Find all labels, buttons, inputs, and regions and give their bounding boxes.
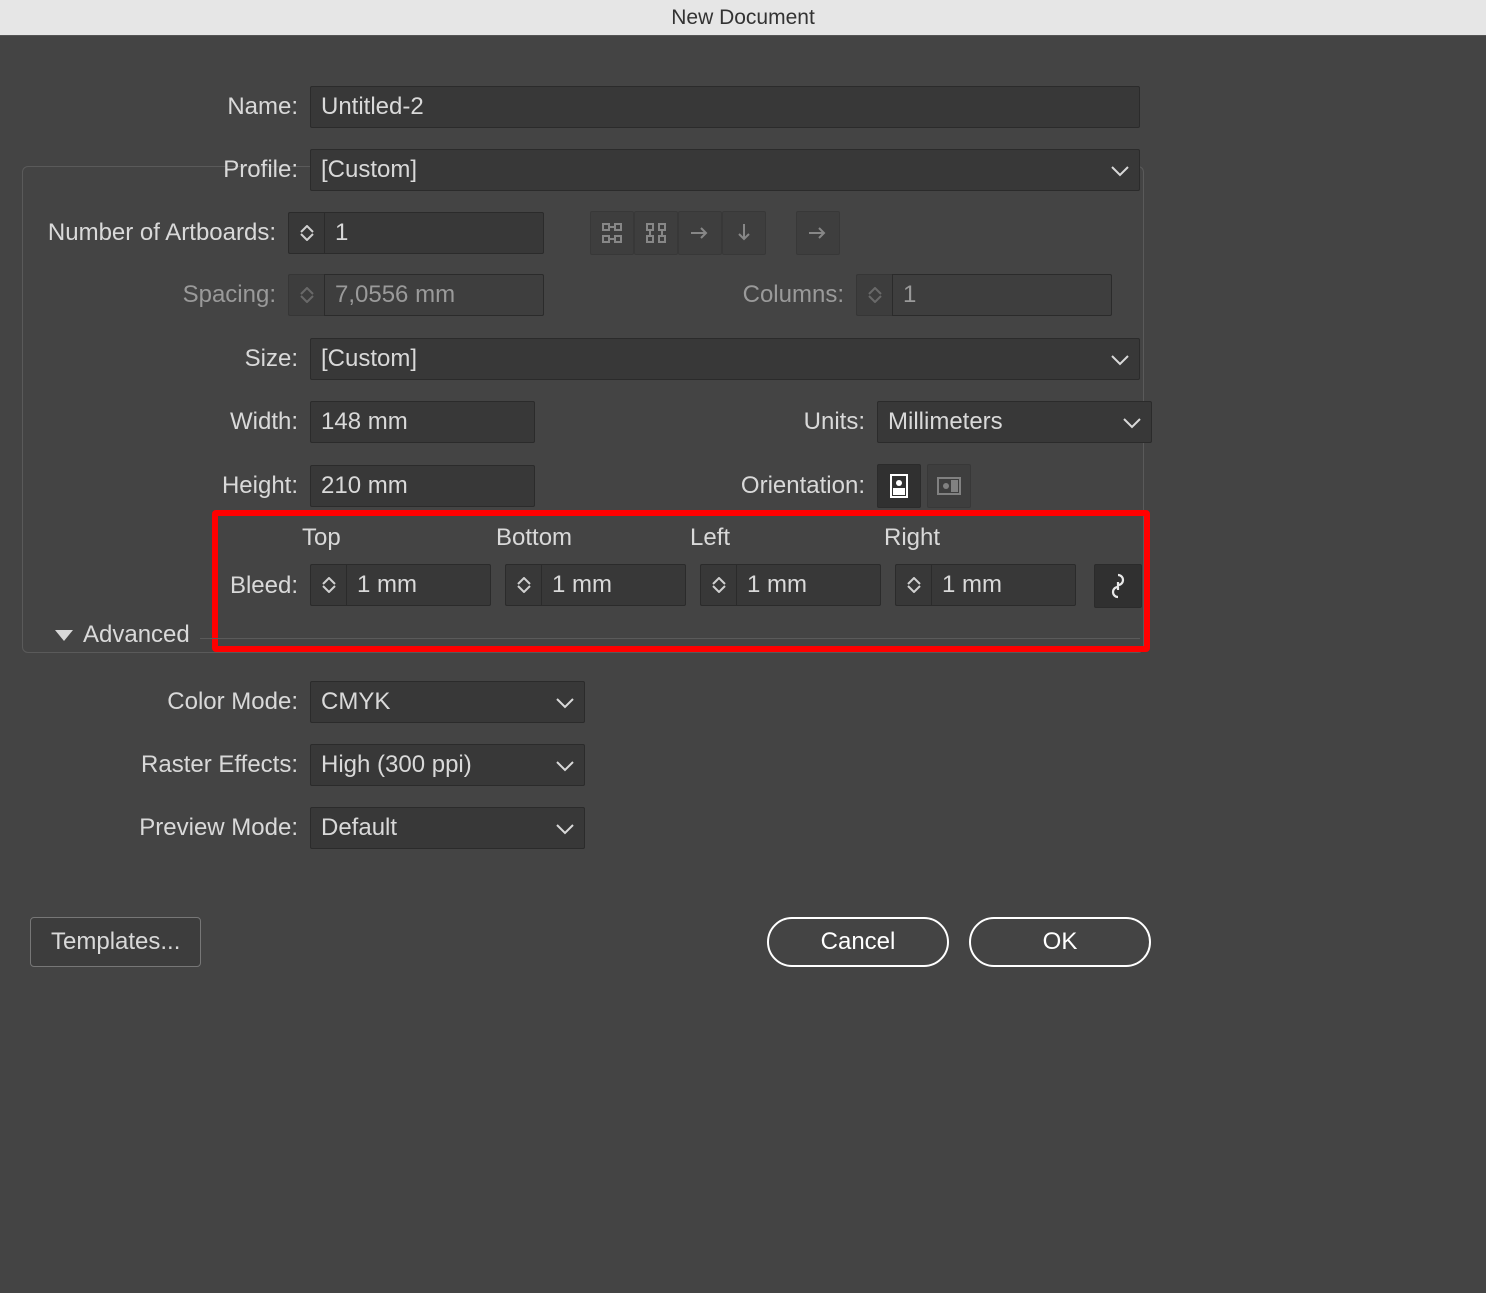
ok-button[interactable]: OK — [969, 917, 1151, 967]
arrange-row-icon — [678, 211, 722, 255]
bleed-left-header: Left — [690, 524, 884, 552]
height-input[interactable]: 210 mm — [310, 465, 535, 507]
artboards-input[interactable]: 1 — [324, 212, 544, 254]
columns-label: Columns: — [544, 281, 856, 309]
templates-button[interactable]: Templates... — [30, 917, 201, 967]
bleed-right-header: Right — [884, 524, 1078, 552]
chevron-down-icon — [1111, 150, 1129, 190]
name-input[interactable]: Untitled-2 — [310, 86, 1140, 128]
size-label: Size: — [0, 345, 310, 373]
artboards-stepper[interactable] — [288, 212, 324, 254]
bleed-right-input[interactable]: 1 mm — [931, 564, 1076, 606]
profile-label: Profile: — [0, 156, 310, 184]
color-mode-select[interactable]: CMYK — [310, 681, 585, 723]
dialog-title: New Document — [671, 6, 815, 29]
name-label: Name: — [0, 93, 310, 121]
bleed-left-stepper[interactable] — [700, 564, 736, 606]
width-label: Width: — [0, 408, 310, 436]
preview-mode-value: Default — [321, 814, 397, 841]
bleed-bottom-stepper[interactable] — [505, 564, 541, 606]
color-mode-value: CMYK — [321, 688, 390, 715]
raster-effects-label: Raster Effects: — [0, 751, 310, 779]
chevron-down-icon — [1111, 339, 1129, 379]
columns-input: 1 — [892, 274, 1112, 316]
triangle-down-icon — [55, 621, 73, 649]
bleed-bottom-input[interactable]: 1 mm — [541, 564, 686, 606]
height-label: Height: — [0, 472, 310, 500]
size-select[interactable]: [Custom] — [310, 338, 1140, 380]
bleed-right-stepper[interactable] — [895, 564, 931, 606]
profile-value: [Custom] — [321, 156, 417, 183]
raster-effects-select[interactable]: High (300 ppi) — [310, 744, 585, 786]
spacing-input: 7,0556 mm — [324, 274, 544, 316]
spacing-stepper — [288, 274, 324, 316]
advanced-disclosure[interactable]: Advanced — [55, 621, 190, 649]
grid-by-row-icon — [590, 211, 634, 255]
orientation-label: Orientation: — [535, 472, 877, 500]
dialog-titlebar: New Document — [0, 0, 1486, 36]
bleed-label: Bleed: — [0, 572, 310, 600]
preview-mode-label: Preview Mode: — [0, 814, 310, 842]
separator-line — [200, 638, 1140, 639]
color-mode-label: Color Mode: — [0, 688, 310, 716]
preview-mode-select[interactable]: Default — [310, 807, 585, 849]
chevron-down-icon — [556, 808, 574, 848]
units-value: Millimeters — [888, 408, 1003, 435]
chevron-down-icon — [1123, 402, 1141, 442]
link-bleed-button[interactable] — [1094, 564, 1142, 608]
width-input[interactable]: 148 mm — [310, 401, 535, 443]
spacing-label: Spacing: — [0, 281, 288, 309]
size-value: [Custom] — [321, 345, 417, 372]
profile-select[interactable]: [Custom] — [310, 149, 1140, 191]
columns-stepper — [856, 274, 892, 316]
arrange-column-icon — [722, 211, 766, 255]
bleed-left-input[interactable]: 1 mm — [736, 564, 881, 606]
orientation-landscape-button[interactable] — [927, 464, 971, 508]
bleed-top-header: Top — [302, 524, 496, 552]
units-label: Units: — [535, 408, 877, 436]
raster-effects-value: High (300 ppi) — [321, 751, 472, 778]
bleed-top-stepper[interactable] — [310, 564, 346, 606]
orientation-portrait-button[interactable] — [877, 464, 921, 508]
rtl-arrange-icon — [796, 211, 840, 255]
chevron-down-icon — [556, 745, 574, 785]
grid-by-column-icon — [634, 211, 678, 255]
advanced-label: Advanced — [83, 621, 190, 649]
cancel-button[interactable]: Cancel — [767, 917, 949, 967]
chevron-down-icon — [556, 682, 574, 722]
bleed-bottom-header: Bottom — [496, 524, 690, 552]
bleed-top-input[interactable]: 1 mm — [346, 564, 491, 606]
units-select[interactable]: Millimeters — [877, 401, 1152, 443]
artboards-label: Number of Artboards: — [0, 219, 288, 247]
